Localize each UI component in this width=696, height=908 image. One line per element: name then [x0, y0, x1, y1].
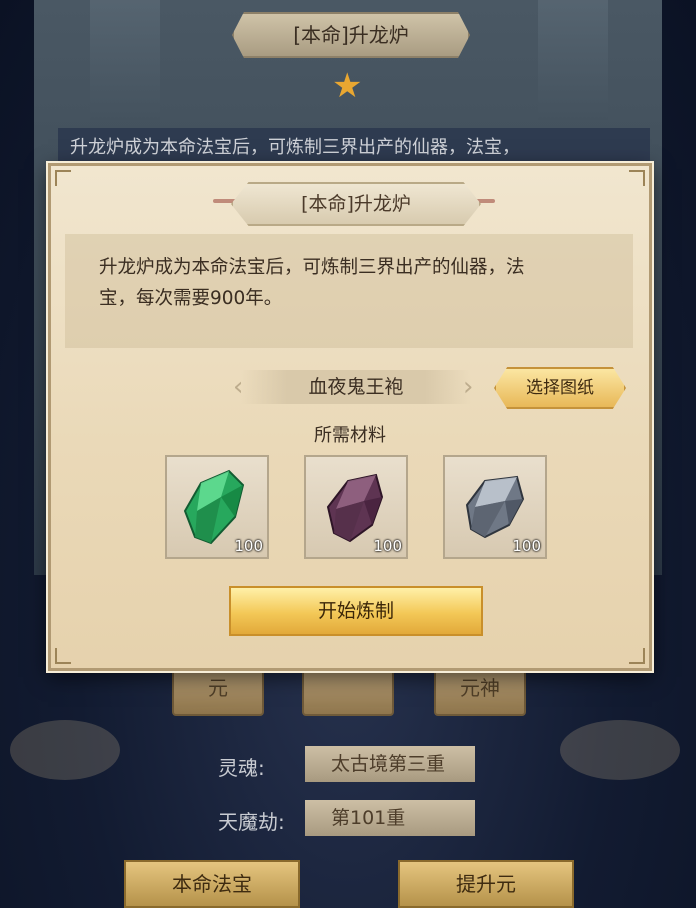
material-slot[interactable]: 100 [304, 455, 408, 559]
material-count: 100 [373, 537, 402, 555]
description-line: 升龙炉成为本命法宝后，可炼制三界出产的仙器，法 [99, 257, 525, 278]
corner-ornament [55, 170, 71, 186]
stat-value-soul: 太古境第三重 [305, 746, 475, 782]
star-icon: ★ [332, 66, 363, 106]
select-blueprint-button[interactable]: 选择图纸 [494, 367, 626, 409]
background-pillar [90, 0, 160, 120]
background-glow [560, 720, 680, 780]
upgrade-button[interactable]: 提升元 [398, 860, 574, 908]
material-count: 100 [512, 537, 541, 555]
dialog-title: [本命]升龙炉 [231, 182, 481, 226]
material-slot[interactable]: 100 [443, 455, 547, 559]
chevron-right-icon: › [463, 372, 474, 402]
green-crystal-icon [183, 469, 245, 545]
material-count: 100 [234, 537, 263, 555]
refine-dialog: [本命]升龙炉 升龙炉成为本命法宝后，可炼制三界出产的仙器，法 宝，每次需要90… [48, 163, 652, 671]
description-box: 升龙炉成为本命法宝后，可炼制三界出产的仙器，法 宝，每次需要900年。 [65, 234, 633, 348]
silver-crystal-icon [465, 475, 525, 539]
material-slot[interactable]: 100 [165, 455, 269, 559]
recipe-name: 血夜鬼王袍 [241, 370, 471, 404]
corner-ornament [629, 648, 645, 664]
stat-label-tribulation: 天魔劫: [218, 810, 285, 834]
materials-label: 所需材料 [314, 425, 386, 446]
start-refining-button[interactable]: 开始炼制 [229, 586, 483, 636]
corner-ornament [629, 170, 645, 186]
purple-crystal-icon [326, 473, 384, 543]
description-line: 宝，每次需要900年。 [99, 288, 283, 309]
stat-label-soul: 灵魂: [218, 756, 265, 780]
natal-treasure-button[interactable]: 本命法宝 [124, 860, 300, 908]
background-glow [10, 720, 120, 780]
corner-ornament [55, 648, 71, 664]
background-title: [本命]升龙炉 [232, 12, 470, 58]
background-pillar [538, 0, 608, 120]
background-description: 升龙炉成为本命法宝后，可炼制三界出产的仙器，法宝， [58, 128, 650, 168]
stat-value-tribulation: 第101重 [305, 800, 475, 836]
